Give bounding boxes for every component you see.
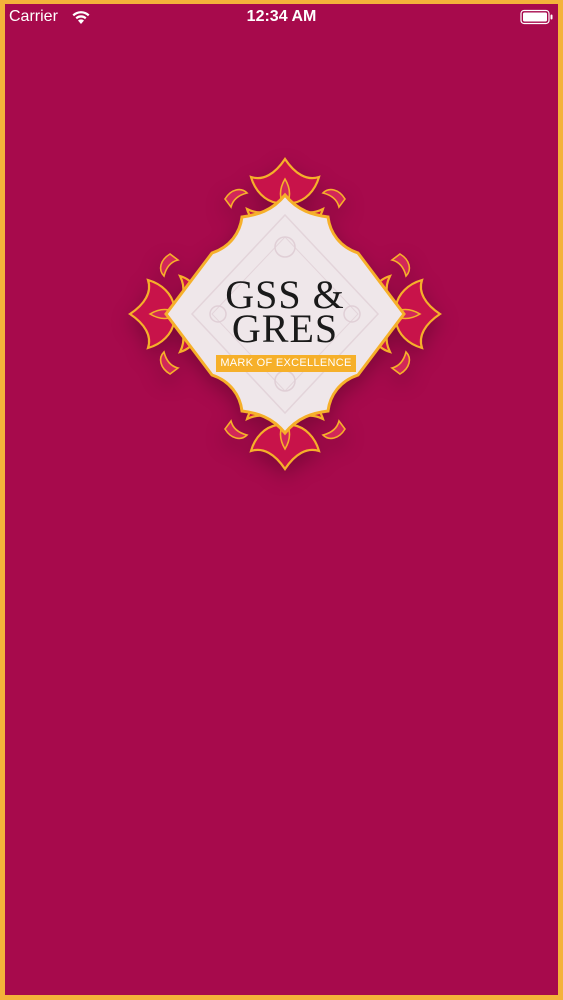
clock: 12:34 AM: [246, 8, 317, 25]
splash-screen: Carrier 12:34 AM GSS & GRES MARK OF EXCE…: [0, 0, 563, 1000]
brand-emblem: GSS & GRES MARK OF EXCELLENCE: [108, 137, 462, 491]
battery-icon: [520, 9, 553, 25]
status-bar: Carrier 12:34 AM: [5, 4, 558, 32]
brand-tagline: MARK OF EXCELLENCE: [216, 355, 356, 372]
brand-name-line2: GRES: [231, 306, 339, 351]
